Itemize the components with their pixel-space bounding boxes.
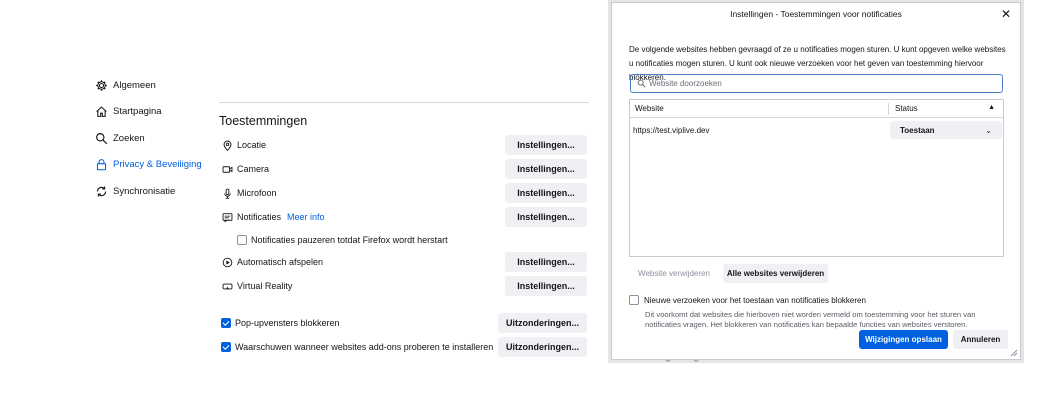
pause-notifications-checkbox[interactable]: [237, 235, 247, 245]
sync-icon: [94, 184, 108, 198]
learn-more-link[interactable]: Meer info: [287, 212, 325, 222]
remove-website-button[interactable]: Website verwijderen: [629, 264, 719, 283]
permission-row-vr: Virtual Reality Instellingen...: [221, 276, 589, 296]
addons-row: Waarschuwen wanneer websites add-ons pro…: [221, 337, 589, 357]
column-header-status-label: Status: [895, 104, 918, 113]
website-search: [630, 74, 1003, 93]
popups-exceptions-button[interactable]: Uitzonderingen...: [498, 313, 587, 333]
status-select-value: Toestaan: [900, 125, 935, 135]
pause-notifications-label: Notificaties pauzeren totdat Firefox wor…: [251, 235, 448, 245]
popups-row: Pop-upvensters blokkeren Uitzonderingen.…: [221, 313, 589, 333]
table-header: Website Status ▲: [630, 100, 1003, 118]
block-popups-label: Pop-upvensters blokkeren: [235, 318, 340, 328]
vr-settings-button[interactable]: Instellingen...: [505, 276, 587, 296]
lock-icon: [94, 158, 108, 172]
sidebar-item-search[interactable]: Zoeken: [94, 125, 214, 152]
sidebar-item-general[interactable]: Algemeen: [94, 72, 214, 99]
addons-exceptions-button[interactable]: Uitzonderingen...: [498, 337, 587, 357]
notifications-settings-button[interactable]: Instellingen...: [505, 207, 587, 227]
sort-ascending-icon: ▲: [988, 104, 995, 111]
close-icon[interactable]: ✕: [1000, 8, 1012, 20]
permission-row-notifications: Notificaties Meer info Instellingen...: [221, 207, 589, 227]
permissions-title: Toestemmingen: [219, 114, 308, 128]
permission-label: Notificaties: [237, 212, 282, 222]
vr-headset-icon: [221, 280, 233, 292]
section-divider: [219, 102, 589, 103]
save-changes-button[interactable]: Wijzigingen opslaan: [859, 330, 948, 349]
status-select[interactable]: Toestaan ⌄: [890, 121, 1002, 139]
sidebar-item-privacy[interactable]: Privacy & Beveiliging: [94, 152, 214, 179]
gear-icon: [94, 78, 108, 92]
notifications-permissions-dialog: Instellingen - Toestemmingen voor notifi…: [611, 2, 1021, 360]
pause-notifications-row: Notificaties pauzeren totdat Firefox wor…: [237, 230, 587, 250]
location-settings-button[interactable]: Instellingen...: [505, 135, 587, 155]
cancel-button[interactable]: Annuleren: [953, 330, 1008, 349]
block-requests-label: Nieuwe verzoeken voor het toestaan van n…: [644, 295, 866, 305]
autoplay-icon: [221, 256, 233, 268]
remove-all-websites-button[interactable]: Alle websites verwijderen: [723, 264, 828, 283]
sidebar: Algemeen Startpagina Zoeken Privacy & Be…: [94, 72, 214, 205]
permission-label: Microfoon: [237, 188, 277, 198]
search-icon: [637, 79, 646, 88]
sidebar-item-label: Startpagina: [113, 106, 162, 118]
column-header-website[interactable]: Website: [630, 102, 889, 115]
sidebar-item-label: Algemeen: [113, 79, 156, 91]
sidebar-item-label: Zoeken: [113, 132, 145, 144]
column-header-status[interactable]: Status ▲: [889, 104, 1003, 113]
notification-icon: [221, 211, 233, 223]
microphone-icon: [221, 187, 233, 199]
sidebar-item-home[interactable]: Startpagina: [94, 99, 214, 126]
autoplay-settings-button[interactable]: Instellingen...: [505, 252, 587, 272]
chevron-down-icon: ⌄: [985, 125, 992, 135]
permission-label: Virtual Reality: [237, 281, 293, 291]
camera-settings-button[interactable]: Instellingen...: [505, 159, 587, 179]
block-requests-row: Nieuwe verzoeken voor het toestaan van n…: [629, 295, 866, 305]
sidebar-item-sync[interactable]: Synchronisatie: [94, 178, 214, 205]
website-cell: https://test.viplive.dev: [633, 125, 710, 135]
permission-label: Automatisch afspelen: [237, 257, 324, 267]
permission-label: Camera: [237, 164, 270, 174]
website-search-input[interactable]: [649, 79, 979, 88]
permission-row-camera: Camera Instellingen...: [221, 159, 589, 179]
websites-table: Website Status ▲ https://test.viplive.de…: [629, 99, 1004, 257]
permission-row-microphone: Microfoon Instellingen...: [221, 183, 589, 203]
camera-icon: [221, 163, 233, 175]
resize-grip-icon[interactable]: [1010, 349, 1018, 357]
permission-row-location: Locatie Instellingen...: [221, 135, 589, 155]
block-requests-checkbox[interactable]: [629, 295, 639, 305]
sidebar-item-label: Privacy & Beveiliging: [113, 159, 202, 171]
permission-row-autoplay: Automatisch afspelen Instellingen...: [221, 252, 589, 272]
warn-addons-label: Waarschuwen wanneer websites add-ons pro…: [235, 342, 494, 352]
dialog-title: Instellingen - Toestemmingen voor notifi…: [730, 9, 902, 19]
search-icon: [94, 131, 108, 145]
block-popups-checkbox[interactable]: [221, 318, 231, 328]
block-requests-note: Dit voorkomt dat websites die hierboven …: [645, 310, 976, 329]
home-icon: [94, 105, 108, 119]
permission-label: Locatie: [237, 140, 267, 150]
warn-addons-checkbox[interactable]: [221, 342, 231, 352]
table-row[interactable]: https://test.viplive.dev Toestaan ⌄: [630, 120, 1003, 140]
sidebar-item-label: Synchronisatie: [113, 185, 176, 197]
microphone-settings-button[interactable]: Instellingen...: [505, 183, 587, 203]
location-icon: [221, 139, 233, 151]
